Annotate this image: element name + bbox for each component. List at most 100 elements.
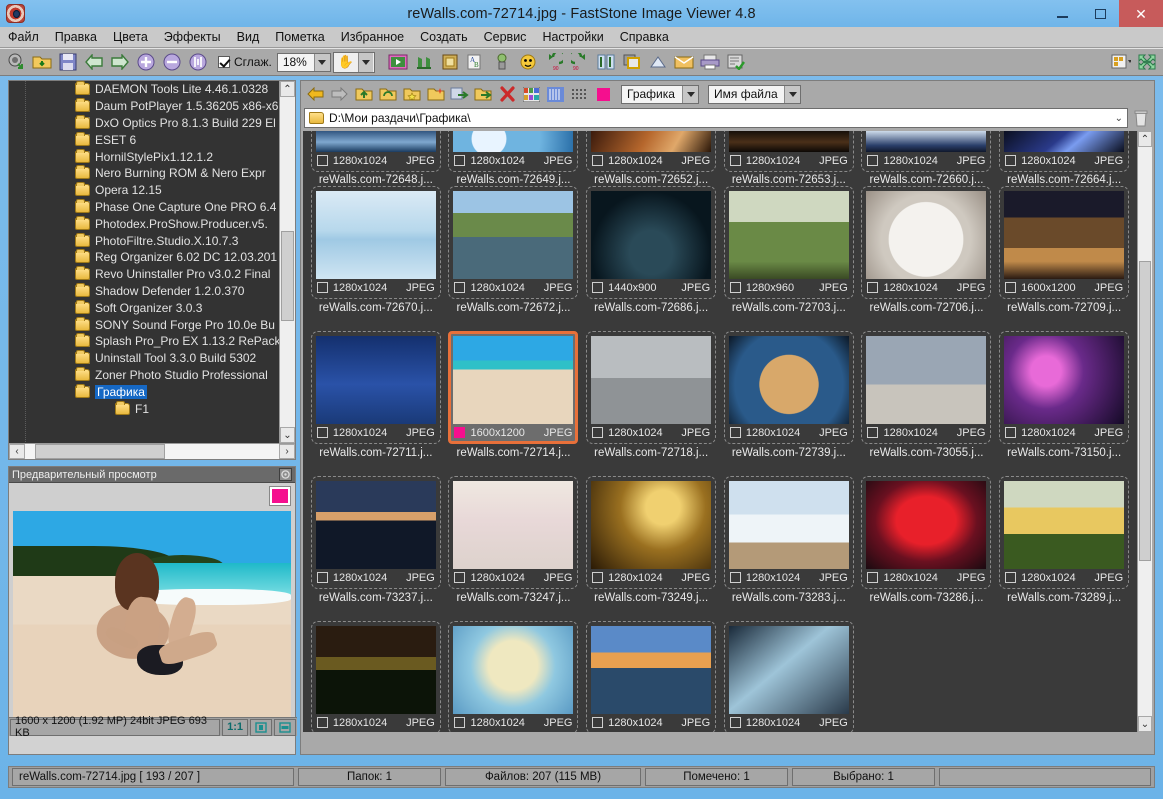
tree-node-10[interactable]: Reg Organizer 6.02 DC 12.03.201 — [9, 249, 295, 266]
thumbnail-box[interactable]: 1280x1024 JPEG — [861, 131, 992, 172]
thumbnail-cell[interactable]: 1280x1024JPEGreWalls.com-73340.i... — [582, 621, 720, 732]
print-icon[interactable] — [698, 50, 722, 74]
hand-tool-chevron-icon[interactable] — [357, 52, 373, 72]
move-to-icon[interactable] — [473, 84, 494, 105]
unmarked-checkbox-icon[interactable] — [454, 155, 466, 166]
unmarked-checkbox-icon[interactable] — [867, 155, 879, 166]
thumbnail-cell[interactable]: 1280x1024 JPEG reWalls.com-73247.j... — [445, 476, 583, 621]
thumbnail-box[interactable]: 1280x1024 JPEG — [861, 476, 992, 589]
thumbnail-image[interactable] — [453, 191, 574, 279]
thumbnail-cell[interactable]: 1280x1024 JPEG reWalls.com-72648.j... — [307, 131, 445, 186]
thumbnail-box[interactable]: 1280x1024 JPEG — [310, 476, 441, 589]
back-arrow-icon[interactable] — [305, 84, 326, 105]
contact-sheet-icon[interactable] — [724, 50, 748, 74]
unmarked-checkbox-icon[interactable] — [592, 717, 604, 728]
unmarked-checkbox-icon[interactable] — [729, 572, 741, 583]
tree-node-13[interactable]: Soft Organizer 3.0.3 — [9, 299, 295, 316]
hscroll-thumb[interactable] — [35, 444, 165, 459]
tag-color-icon[interactable] — [593, 84, 614, 105]
slideshow-icon[interactable] — [386, 50, 410, 74]
thumbnail-cell[interactable]: 1600x1200 JPEG reWalls.com-72709.j... — [995, 186, 1133, 331]
smoothing-checkbox[interactable]: Сглаж. — [218, 55, 272, 69]
path-input[interactable]: D:\Мои раздачи\Графика\ ⌄ — [304, 108, 1128, 128]
tree-node-14[interactable]: SONY Sound Forge Pro 10.0e Bu — [9, 316, 295, 333]
open-folder-icon[interactable] — [30, 50, 54, 74]
tree-node-5[interactable]: Nero Burning ROM & Nero Expr — [9, 165, 295, 182]
thumbnail-box[interactable]: 1280x1024 JPEG — [861, 186, 992, 299]
thumbnail-box[interactable]: 1600x1200 JPEG — [999, 186, 1130, 299]
resize-icon[interactable] — [594, 50, 618, 74]
grid-vertical-scrollbar[interactable]: ⌃ ⌄ — [1137, 131, 1152, 732]
thumbnail-image[interactable] — [1004, 131, 1125, 152]
unmarked-checkbox-icon[interactable] — [592, 282, 604, 293]
folder-filter-chevron-icon[interactable] — [682, 85, 698, 103]
thumbnail-cell[interactable]: 1280x1024 JPEG reWalls.com-72664.j... — [995, 131, 1133, 186]
next-image-icon[interactable] — [108, 50, 132, 74]
unmarked-checkbox-icon[interactable] — [592, 572, 604, 583]
scroll-down-button[interactable]: ⌄ — [280, 427, 295, 443]
thumbnail-box[interactable]: 1280x1024 JPEG — [586, 476, 717, 589]
thumbnail-image[interactable] — [728, 626, 849, 714]
thumbnail-image[interactable] — [728, 336, 849, 424]
grid-scroll-thumb[interactable] — [1139, 261, 1151, 561]
tree-node-1[interactable]: +Daum PotPlayer 1.5.36205 x86-x6 — [9, 98, 295, 115]
unmarked-checkbox-icon[interactable] — [867, 282, 879, 293]
menu-item-4[interactable]: Вид — [229, 28, 268, 46]
menu-item-9[interactable]: Настройки — [534, 28, 611, 46]
delete-icon[interactable] — [497, 84, 518, 105]
tree-node-7[interactable]: +Phase One Capture One PRO 6.4 — [9, 198, 295, 216]
tree-node-9[interactable]: +PhotoFiltre.Studio.X.10.7.3 — [9, 232, 295, 249]
thumbnail-image[interactable] — [866, 191, 987, 279]
thumbnail-box[interactable]: 1440x900 JPEG — [586, 186, 717, 299]
zoom-level-combo[interactable]: 18% — [276, 52, 331, 72]
preview-settings-icon[interactable] — [279, 468, 292, 481]
thumbnail-box[interactable]: 1280x1024 JPEG — [723, 331, 854, 444]
clone-stamp-icon[interactable] — [490, 50, 514, 74]
favorites-icon[interactable] — [401, 84, 422, 105]
thumbnail-image[interactable] — [866, 336, 987, 424]
unmarked-checkbox-icon[interactable] — [316, 155, 328, 166]
thumbnail-image[interactable] — [728, 131, 849, 152]
border-icon[interactable] — [620, 50, 644, 74]
recycle-bin-icon[interactable] — [1131, 108, 1151, 128]
zoom-in-icon[interactable] — [134, 50, 158, 74]
grid-scroll-up-button[interactable]: ⌃ — [1138, 131, 1152, 147]
thumbnail-cell[interactable]: 1280x960 JPEG reWalls.com-72703.j... — [720, 186, 858, 331]
tree-node-2[interactable]: +DxO Optics Pro 8.1.3 Build 229 El — [9, 114, 295, 132]
thumbnail-view-icon[interactable] — [521, 84, 542, 105]
unmarked-checkbox-icon[interactable] — [592, 155, 604, 166]
thumbnail-box[interactable]: 1280x1024 JPEG — [448, 131, 579, 172]
unmarked-checkbox-icon[interactable] — [1005, 427, 1017, 438]
chevron-down-icon[interactable] — [313, 53, 330, 71]
unmarked-checkbox-icon[interactable] — [729, 717, 741, 728]
thumbnail-image[interactable] — [866, 131, 987, 152]
menu-item-3[interactable]: Эффекты — [156, 28, 229, 46]
thumbnail-cell[interactable]: 1280x1024 JPEG reWalls.com-72670.j... — [307, 186, 445, 331]
tree-node-18[interactable]: −Графика — [9, 383, 295, 400]
red-eye-icon[interactable] — [516, 50, 540, 74]
thumbnail-image[interactable] — [315, 131, 436, 152]
minimize-button[interactable] — [1043, 0, 1081, 27]
tree-node-4[interactable]: +HornilStylePix1.12.1.2 — [9, 148, 295, 165]
unmarked-checkbox-icon[interactable] — [316, 427, 328, 438]
unmarked-checkbox-icon[interactable] — [1005, 155, 1017, 166]
fullscreen-icon[interactable] — [1135, 50, 1159, 74]
unmarked-checkbox-icon[interactable] — [729, 427, 741, 438]
thumbnail-image[interactable] — [728, 191, 849, 279]
tree-horizontal-scrollbar[interactable]: ‹ › — [9, 443, 295, 459]
draw-icon[interactable] — [646, 50, 670, 74]
unmarked-checkbox-icon[interactable] — [867, 572, 879, 583]
menu-item-10[interactable]: Справка — [612, 28, 677, 46]
zoom-out-icon[interactable] — [160, 50, 184, 74]
thumbnail-box[interactable]: 1280x1024 JPEG — [586, 331, 717, 444]
thumbnail-image[interactable] — [453, 481, 574, 569]
menu-item-5[interactable]: Пометка — [267, 28, 333, 46]
thumbnail-cell[interactable]: 1280x1024 JPEG reWalls.com-72739.j... — [720, 331, 858, 476]
menu-item-1[interactable]: Правка — [47, 28, 105, 46]
text-icon[interactable]: AB — [464, 50, 488, 74]
rotate-left-icon[interactable]: 90 — [542, 50, 566, 74]
thumbnail-image[interactable] — [591, 336, 712, 424]
unmarked-checkbox-icon[interactable] — [729, 155, 741, 166]
thumbnail-box[interactable]: 1280x1024 JPEG — [861, 331, 992, 444]
unmarked-checkbox-icon[interactable] — [1005, 572, 1017, 583]
